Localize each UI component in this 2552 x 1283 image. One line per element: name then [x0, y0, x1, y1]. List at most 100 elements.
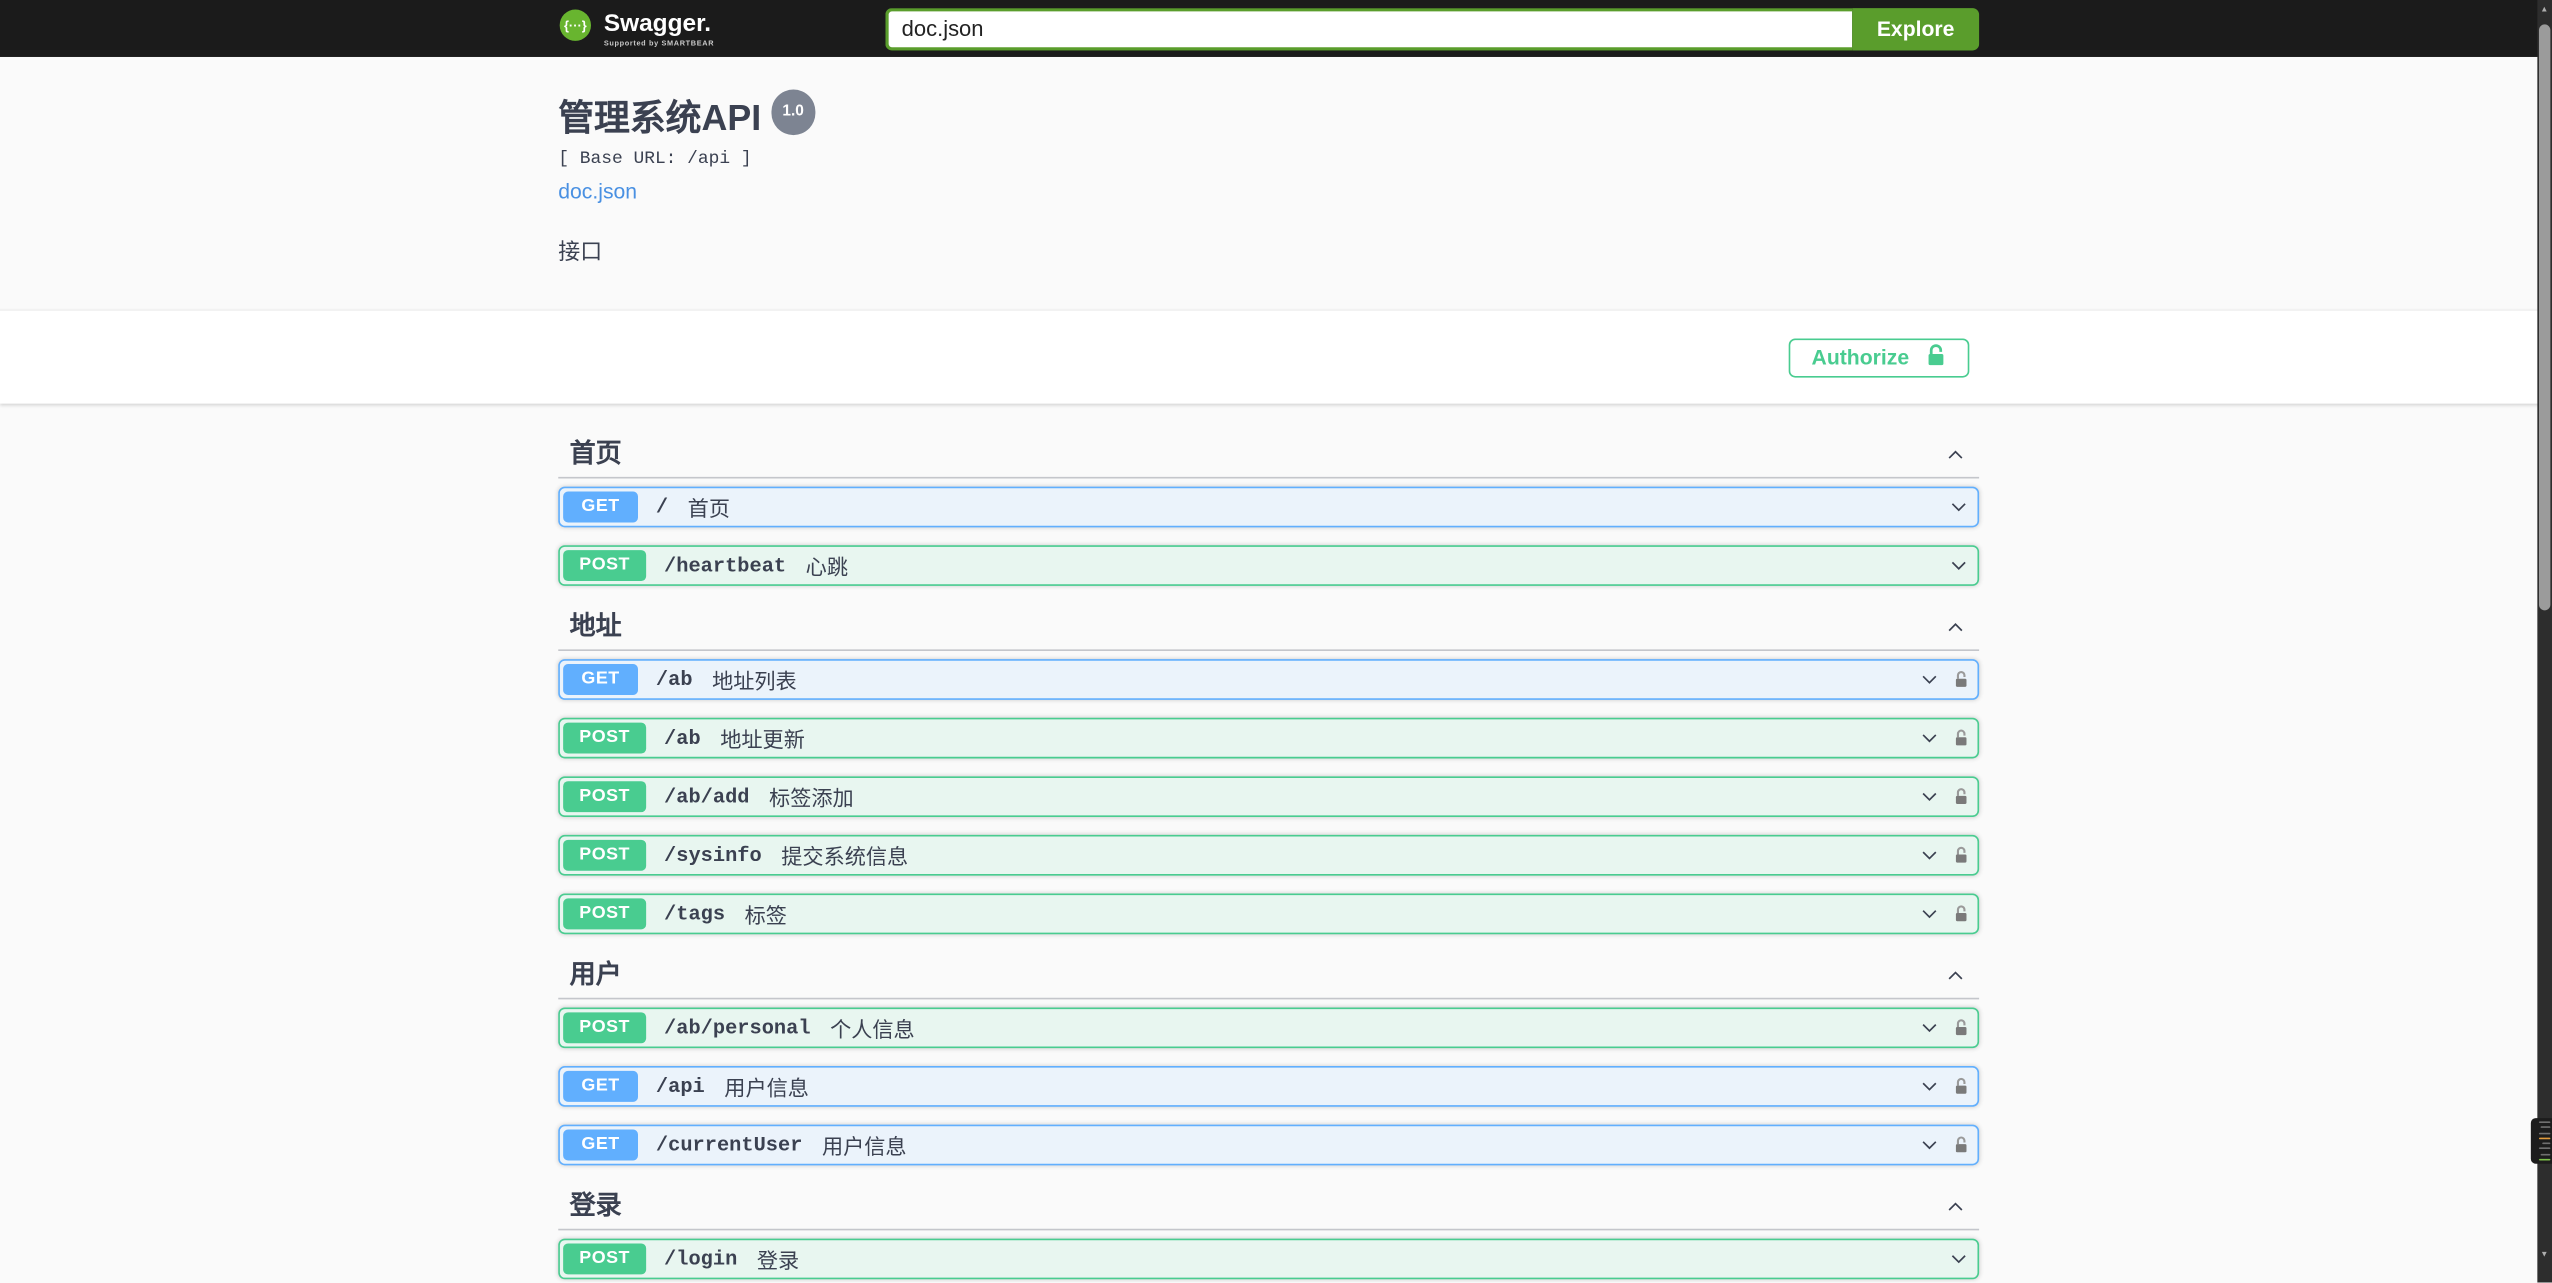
method-badge: GET — [563, 664, 638, 695]
chevron-down-icon[interactable] — [1919, 669, 1940, 690]
method-badge: POST — [563, 722, 647, 754]
swagger-ui-page: {···} Swagger. Supported by SMARTBEAR Ex… — [0, 0, 2552, 1283]
operation-row[interactable]: GET /currentUser 用户信息 — [558, 1124, 1980, 1166]
operation-path: /ab/add — [664, 785, 750, 809]
scrollbar[interactable]: ▲ ▼ — [2530, 0, 2552, 1283]
operation-summary: 标签添加 — [769, 786, 854, 811]
api-section: 首页 GET / 首页 POST /heartbeat 心跳 — [558, 439, 1980, 586]
operation-row[interactable]: POST /sysinfo 提交系统信息 — [558, 834, 1980, 876]
brand-subtitle: Supported by SMARTBEAR — [603, 38, 715, 47]
chevron-down-icon[interactable] — [1948, 1248, 1969, 1269]
operation-row[interactable]: POST /tags 标签 — [558, 893, 1980, 935]
chevron-down-icon[interactable] — [1948, 496, 1969, 517]
lock-icon[interactable] — [1953, 669, 1969, 690]
operation-path: /currentUser — [655, 1133, 803, 1157]
section-header[interactable]: 登录 — [558, 1191, 1980, 1231]
operation-summary: 个人信息 — [830, 1017, 915, 1042]
version-badge: 1.0 — [770, 89, 816, 136]
scrollbar-thumb[interactable] — [2538, 24, 2550, 611]
lock-icon[interactable] — [1953, 786, 1969, 807]
method-badge: POST — [563, 898, 647, 930]
operation-list: GET /ab 地址列表 POST /ab 地址更新 POST /ab/add … — [558, 659, 1980, 935]
swagger-logo-icon: {···} — [558, 7, 592, 49]
chevron-up-icon[interactable] — [1945, 1196, 1966, 1217]
operation-summary: 心跳 — [805, 554, 849, 580]
method-badge: POST — [563, 550, 647, 582]
operation-path: /api — [655, 1074, 705, 1098]
operation-path: /tags — [664, 902, 726, 926]
lock-icon[interactable] — [1953, 728, 1969, 749]
method-badge: GET — [563, 491, 638, 523]
swagger-brand[interactable]: {···} Swagger. Supported by SMARTBEAR — [558, 7, 714, 49]
scroll-down-arrow[interactable]: ▼ — [2537, 1250, 2552, 1260]
operation-row[interactable]: POST /ab/add 标签添加 — [558, 776, 1980, 818]
spec-link[interactable]: doc.json — [558, 179, 637, 203]
chevron-up-icon[interactable] — [1945, 444, 1966, 465]
operation-path: /ab — [664, 726, 701, 750]
explore-button[interactable]: Explore — [1852, 7, 1980, 50]
method-badge: POST — [563, 1243, 647, 1275]
chevron-down-icon[interactable] — [1919, 903, 1940, 924]
operation-path: / — [655, 495, 669, 519]
unlock-icon — [1925, 343, 1946, 372]
chevron-down-icon[interactable] — [1919, 728, 1940, 749]
operation-row[interactable]: GET /ab 地址列表 — [558, 659, 1980, 700]
operation-summary: 登录 — [756, 1248, 800, 1273]
operation-row[interactable]: POST /ab 地址更新 — [558, 717, 1980, 759]
operation-path: /login — [664, 1247, 738, 1271]
method-badge: GET — [563, 1129, 638, 1161]
lock-icon[interactable] — [1953, 845, 1969, 866]
authorize-button[interactable]: Authorize — [1788, 337, 1970, 377]
brand-name: Swagger. — [603, 8, 712, 37]
section-title: 用户 — [569, 961, 622, 990]
chevron-up-icon[interactable] — [1945, 617, 1966, 638]
section-title: 首页 — [569, 441, 622, 469]
info-section: 管理系统API 1.0 [ Base URL: /api ] doc.json 接… — [0, 57, 2552, 309]
operation-row[interactable]: POST /heartbeat 心跳 — [558, 545, 1980, 586]
operation-summary: 标签 — [744, 903, 787, 928]
chevron-down-icon[interactable] — [1919, 1076, 1940, 1097]
spec-url-input[interactable] — [885, 7, 1853, 50]
operation-path: /ab — [655, 668, 693, 691]
chevron-down-icon[interactable] — [1919, 1134, 1940, 1155]
operation-row[interactable]: GET / 首页 — [558, 486, 1980, 528]
chevron-down-icon[interactable] — [1948, 555, 1969, 576]
chevron-down-icon[interactable] — [1919, 1017, 1940, 1038]
operation-path: /heartbeat — [664, 554, 787, 577]
lock-icon[interactable] — [1953, 1017, 1969, 1038]
section-header[interactable]: 首页 — [558, 439, 1980, 479]
operation-summary: 首页 — [687, 496, 731, 521]
operation-summary: 用户信息 — [724, 1075, 809, 1101]
section-title: 登录 — [569, 1192, 622, 1221]
operation-path: /sysinfo — [664, 843, 762, 867]
scroll-minimap — [2530, 1118, 2552, 1164]
operation-row[interactable]: POST /ab/personal 个人信息 — [558, 1007, 1980, 1049]
chevron-down-icon[interactable] — [1919, 845, 1940, 866]
method-badge: POST — [563, 781, 647, 813]
lock-icon[interactable] — [1953, 1134, 1969, 1155]
section-header[interactable]: 地址 — [558, 612, 1980, 652]
chevron-down-icon[interactable] — [1919, 786, 1940, 807]
operation-summary: 提交系统信息 — [781, 844, 909, 870]
operation-list: GET / 首页 POST /heartbeat 心跳 — [558, 486, 1980, 586]
chevron-up-icon[interactable] — [1945, 965, 1966, 986]
api-description: 接口 — [558, 239, 603, 264]
operation-summary: 地址更新 — [720, 727, 805, 752]
section-header[interactable]: 用户 — [558, 960, 1980, 1000]
method-badge: POST — [563, 839, 647, 871]
operation-summary: 地址列表 — [712, 668, 797, 694]
operation-row[interactable]: GET /api 用户信息 — [558, 1066, 1980, 1107]
api-section: 用户 POST /ab/personal 个人信息 GET /api 用户信息 … — [558, 960, 1980, 1166]
operation-row[interactable]: POST /login 登录 — [558, 1238, 1980, 1280]
operation-list: POST /login 登录 POST /loginstatus 登录状态 — [558, 1238, 1980, 1283]
api-section: 登录 POST /login 登录 POST /loginstatus 登录状态 — [558, 1191, 1980, 1283]
api-sections: 首页 GET / 首页 POST /heartbeat 心跳 地址 GET /a… — [558, 404, 1980, 1283]
operation-path: /ab/personal — [664, 1016, 811, 1040]
method-badge: POST — [563, 1012, 647, 1044]
lock-icon[interactable] — [1953, 903, 1969, 924]
scroll-up-arrow[interactable]: ▲ — [2537, 5, 2552, 15]
method-badge: GET — [563, 1070, 638, 1102]
scheme-container: Authorize — [0, 309, 2552, 404]
section-title: 地址 — [569, 613, 622, 642]
lock-icon[interactable] — [1953, 1076, 1969, 1097]
